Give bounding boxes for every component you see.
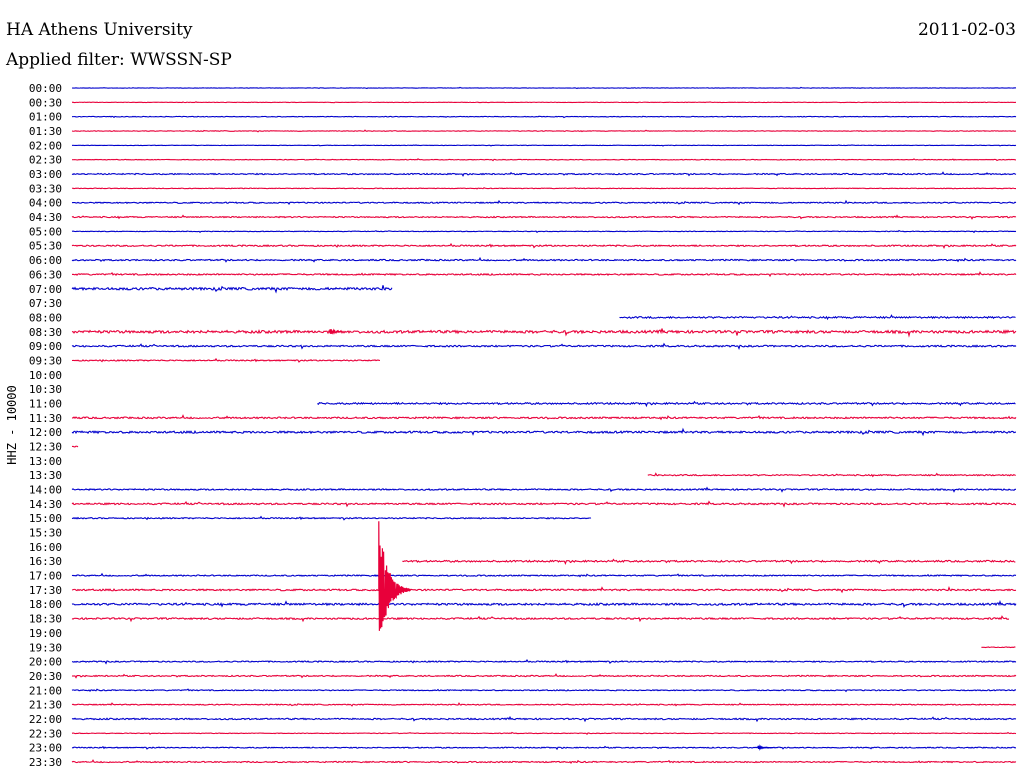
row-time-label: 12:30 (29, 441, 62, 454)
trace-row-16 (619, 314, 1016, 321)
row-time-label: 21:00 (29, 684, 62, 697)
row-time-label: 04:00 (29, 197, 62, 210)
trace-row-35 (71, 585, 1017, 594)
row-time-label: 16:00 (29, 541, 62, 554)
trace-row-9 (71, 214, 1017, 220)
row-time-label: 05:30 (29, 240, 62, 253)
trace-row-24 (71, 427, 1017, 437)
row-time-label: 01:00 (29, 111, 62, 124)
trace-row-14 (71, 285, 393, 294)
trace-row-43 (71, 702, 1017, 707)
trace-row-42 (71, 688, 1017, 693)
row-time-label: 09:00 (29, 340, 62, 353)
helicorder-plot: 00:0000:30 01:0001:3002:00 02:3003:0003:30… (29, 82, 1017, 769)
trace-row-10 (71, 229, 1017, 234)
trace-row-3 (71, 129, 1017, 133)
row-time-label: 22:00 (29, 713, 62, 726)
trace-row-29 (71, 500, 1017, 508)
row-time-label: 02:00 (29, 139, 62, 152)
trace-row-22 (317, 400, 1016, 408)
trace-row-45 (71, 731, 1017, 735)
trace-row-39 (981, 646, 1016, 649)
row-time-label: 13:00 (29, 455, 62, 468)
trace-row-30 (71, 515, 592, 521)
trace-row-46 (71, 745, 1017, 751)
row-time-label: 17:30 (29, 584, 62, 597)
row-time-label: 10:00 (29, 369, 62, 382)
trace-row-18 (71, 342, 1017, 351)
row-time-label: 08:00 (29, 311, 62, 324)
trace-row-33 (402, 558, 1016, 565)
row-time-label: 08:30 (29, 326, 62, 339)
trace-row-41 (71, 673, 1017, 679)
trace-row-11 (71, 242, 1017, 250)
row-time-label: 13:30 (29, 469, 62, 482)
row-time-label: 11:00 (29, 397, 62, 410)
trace-row-36 (71, 599, 1017, 608)
trace-row-19 (71, 357, 381, 363)
trace-row-47 (71, 759, 1017, 764)
trace-row-1 (71, 101, 1017, 104)
trace-row-17 (71, 328, 1017, 338)
row-time-label: 03:00 (29, 168, 62, 181)
trace-row-8 (71, 199, 1017, 206)
trace-row-4 (71, 144, 1017, 147)
row-time-label: 11:30 (29, 412, 62, 425)
row-time-label: 00:30 (29, 96, 62, 109)
row-time-label: 23:30 (29, 756, 62, 769)
row-time-label: 19:30 (29, 641, 62, 654)
row-time-label: 06:30 (29, 268, 62, 281)
trace-row-12 (71, 256, 1017, 263)
trace-row-23 (71, 414, 1017, 421)
row-time-label: 07:00 (29, 283, 62, 296)
row-time-label: 05:00 (29, 225, 62, 238)
trace-row-25 (71, 445, 79, 448)
row-time-label: 07:30 (29, 297, 62, 310)
row-time-label: 22:30 (29, 727, 62, 740)
trace-row-27 (647, 472, 1016, 478)
trace-row-28 (71, 486, 1017, 493)
trace-row-34 (71, 572, 1017, 578)
trace-row-7 (71, 187, 1017, 190)
row-time-label: 20:30 (29, 670, 62, 683)
row-time-label: 18:30 (29, 613, 62, 626)
row-time-label: 01:30 (29, 125, 62, 138)
trace-row-2 (71, 115, 1017, 119)
row-time-label: 20:00 (29, 656, 62, 669)
row-time-label: 14:30 (29, 498, 62, 511)
row-time-label: 21:30 (29, 699, 62, 712)
trace-row-6 (71, 171, 1017, 177)
trace-row-5 (71, 158, 1017, 162)
row-time-label: 14:00 (29, 484, 62, 497)
row-time-label: 00:00 (29, 82, 62, 95)
row-time-label: 23:00 (29, 742, 62, 755)
trace-row-40 (71, 659, 1017, 665)
row-time-label: 09:30 (29, 354, 62, 367)
row-time-label: 02:30 (29, 154, 62, 167)
row-time-label: 12:00 (29, 426, 62, 439)
row-time-label: 04:30 (29, 211, 62, 224)
trace-row-44 (71, 715, 1017, 723)
trace-row-37 (71, 615, 1010, 623)
trace-row-0 (71, 86, 1017, 90)
row-time-label: 17:00 (29, 570, 62, 583)
trace-row-13 (71, 271, 1017, 278)
row-time-label: 18:00 (29, 598, 62, 611)
row-time-label: 06:00 (29, 254, 62, 267)
row-time-label: 03:30 (29, 182, 62, 195)
row-time-label: 15:30 (29, 527, 62, 540)
row-time-label: 10:30 (29, 383, 62, 396)
row-time-label: 15:00 (29, 512, 62, 525)
row-time-label: 19:00 (29, 627, 62, 640)
row-time-label: 16:30 (29, 555, 62, 568)
